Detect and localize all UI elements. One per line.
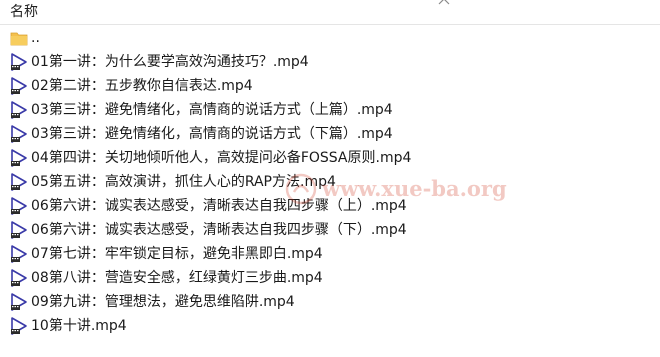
list-item[interactable]: 07第七讲：牢牢锁定目标，避免非黑即白.mp4: [0, 242, 660, 266]
file-name: 08第八讲：营造安全感，红绿黄灯三步曲.mp4: [31, 270, 323, 286]
list-item[interactable]: 06第六讲：诚实表达感受，清晰表达自我四步骤（下）.mp4: [0, 218, 660, 242]
list-item[interactable]: 03第三讲：避免情绪化，高情商的说话方式（上篇）.mp4: [0, 98, 660, 122]
file-name: 09第九讲：管理想法，避免思维陷阱.mp4: [31, 294, 295, 310]
file-name: 06第六讲：诚实表达感受，清晰表达自我四步骤（下）.mp4: [31, 222, 407, 238]
file-name: 07第七讲：牢牢锁定目标，避免非黑即白.mp4: [31, 246, 323, 262]
video-file-icon: [11, 173, 27, 191]
video-file-icon: [11, 101, 27, 119]
file-explorer-window: 名称 .. 01第一讲：为什么要学高效沟通技巧？.mp4 02第二讲：五步教你自…: [0, 0, 660, 357]
video-file-icon: [11, 269, 27, 287]
file-name: 02第二讲：五步教你自信表达.mp4: [31, 78, 253, 94]
video-file-icon: [11, 77, 27, 95]
column-header: 名称: [0, 0, 660, 25]
list-item[interactable]: 05第五讲：高效演讲，抓住人心的RAP方法.mp4: [0, 170, 660, 194]
video-file-icon: [11, 53, 27, 71]
list-item[interactable]: 09第九讲：管理想法，避免思维陷阱.mp4: [0, 290, 660, 314]
video-file-icon: [11, 293, 27, 311]
list-item[interactable]: 01第一讲：为什么要学高效沟通技巧？.mp4: [0, 50, 660, 74]
video-file-icon: [11, 149, 27, 167]
video-file-icon: [11, 221, 27, 239]
file-name: 06第六讲：诚实表达感受，清晰表达自我四步骤（上）.mp4: [31, 198, 407, 214]
list-item-parent-folder[interactable]: ..: [0, 26, 660, 50]
file-name: 10第十讲.mp4: [31, 318, 127, 334]
file-name: 03第三讲：避免情绪化，高情商的说话方式（下篇）.mp4: [31, 126, 393, 142]
sort-ascending-icon: [438, 0, 450, 5]
file-name: 05第五讲：高效演讲，抓住人心的RAP方法.mp4: [31, 174, 336, 190]
file-list: .. 01第一讲：为什么要学高效沟通技巧？.mp4 02第二讲：五步教你自信表达…: [0, 26, 660, 338]
file-name: 04第四讲：关切地倾听他人，高效提问必备FOSSA原则.mp4: [31, 150, 412, 166]
file-name: ..: [31, 30, 40, 46]
video-file-icon: [11, 317, 27, 335]
list-item[interactable]: 02第二讲：五步教你自信表达.mp4: [0, 74, 660, 98]
list-item[interactable]: 06第六讲：诚实表达感受，清晰表达自我四步骤（上）.mp4: [0, 194, 660, 218]
file-name: 03第三讲：避免情绪化，高情商的说话方式（上篇）.mp4: [31, 102, 393, 118]
name-column-header[interactable]: 名称: [10, 3, 38, 21]
folder-icon: [10, 32, 28, 46]
list-item[interactable]: 03第三讲：避免情绪化，高情商的说话方式（下篇）.mp4: [0, 122, 660, 146]
list-item[interactable]: 10第十讲.mp4: [0, 314, 660, 338]
list-item[interactable]: 08第八讲：营造安全感，红绿黄灯三步曲.mp4: [0, 266, 660, 290]
video-file-icon: [11, 125, 27, 143]
file-name: 01第一讲：为什么要学高效沟通技巧？.mp4: [31, 54, 309, 70]
list-item[interactable]: 04第四讲：关切地倾听他人，高效提问必备FOSSA原则.mp4: [0, 146, 660, 170]
video-file-icon: [11, 245, 27, 263]
video-file-icon: [11, 197, 27, 215]
